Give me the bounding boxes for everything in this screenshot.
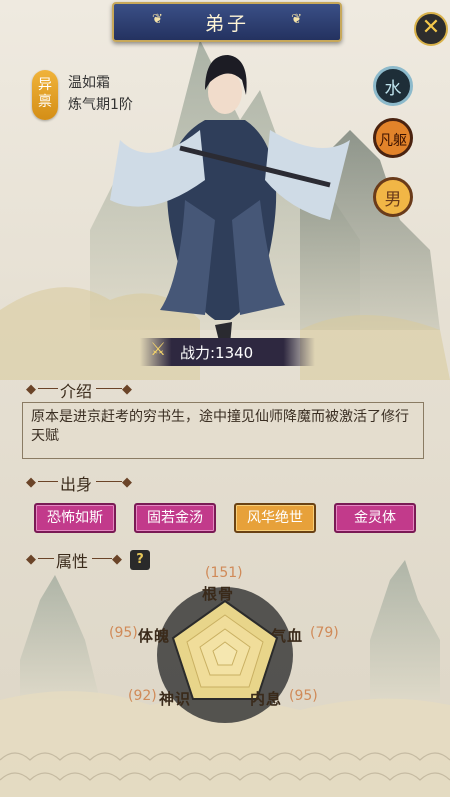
section-title-origin: 出身 [60, 475, 93, 494]
stat-label: 气血 [271, 627, 304, 645]
divider [96, 481, 122, 482]
diamond-ornament-icon: ◆ [112, 552, 122, 567]
combat-power-bar: ⚔ 战力:1340 [140, 338, 315, 366]
divider [92, 558, 112, 559]
divider [38, 481, 58, 482]
origin-tag[interactable]: 风华绝世 [234, 503, 316, 533]
diamond-ornament-icon: ◆ [122, 475, 132, 490]
rank-badge: 异禀 [32, 70, 58, 120]
divider [96, 388, 122, 389]
stat-value: (95) [109, 625, 138, 641]
physique-badge[interactable]: 凡躯 [373, 118, 413, 158]
question-icon[interactable]: ? [130, 550, 150, 570]
stat-value: (79) [310, 625, 339, 641]
stat-label: 体魄 [138, 627, 171, 645]
stat-label: 神识 [159, 690, 192, 708]
diamond-ornament-icon: ◆ [26, 382, 36, 397]
stat-value: (151) [205, 565, 243, 581]
intro-header: ◆ 介绍 ◆ [26, 378, 146, 401]
section-title-intro: 介绍 [60, 382, 93, 401]
diamond-ornament-icon: ◆ [122, 382, 132, 397]
diamond-ornament-icon: ◆ [26, 475, 36, 490]
divider [38, 388, 58, 389]
stat-value: (92) [128, 688, 157, 704]
disciple-screen: ❦ 弟子 ❦ ✕ 异禀 温如霜 炼气期1阶 水 凡躯 男 ⚔ 战力:1340 ◆… [0, 0, 450, 797]
intro-text: 原本是进京赶考的穷书生，途中撞见仙师降魔而被激活了修行天赋 [31, 409, 409, 444]
title-banner: ❦ 弟子 ❦ [112, 2, 342, 42]
gender-badge[interactable]: 男 [373, 177, 413, 217]
intro-description: 原本是进京赶考的穷书生，途中撞见仙师降魔而被激活了修行天赋 [22, 402, 424, 459]
divider [38, 558, 54, 559]
sword-icon: ⚔ [150, 339, 167, 360]
stat-label: 内息 [250, 690, 283, 708]
combat-power-value: 战力:1340 [180, 344, 254, 362]
origin-header: ◆ 出身 ◆ [26, 471, 146, 494]
origin-tag[interactable]: 恐怖如斯 [34, 503, 116, 533]
page-title: 弟子 [204, 13, 249, 35]
origin-tag[interactable]: 固若金汤 [134, 503, 216, 533]
stat-label: 根骨 [202, 585, 235, 603]
origin-tag[interactable]: 金灵体 [334, 503, 416, 533]
element-badge[interactable]: 水 [373, 66, 413, 106]
close-button[interactable]: ✕ [414, 12, 448, 46]
butterfly-icon: ❦ [291, 12, 302, 27]
close-icon: ✕ [421, 15, 441, 40]
character-name: 温如霜 [68, 75, 110, 91]
stat-value: (95) [289, 688, 318, 704]
section-title-attributes: 属性 [56, 552, 89, 571]
diamond-ornament-icon: ◆ [26, 552, 36, 567]
character-realm: 炼气期1阶 [68, 97, 133, 113]
